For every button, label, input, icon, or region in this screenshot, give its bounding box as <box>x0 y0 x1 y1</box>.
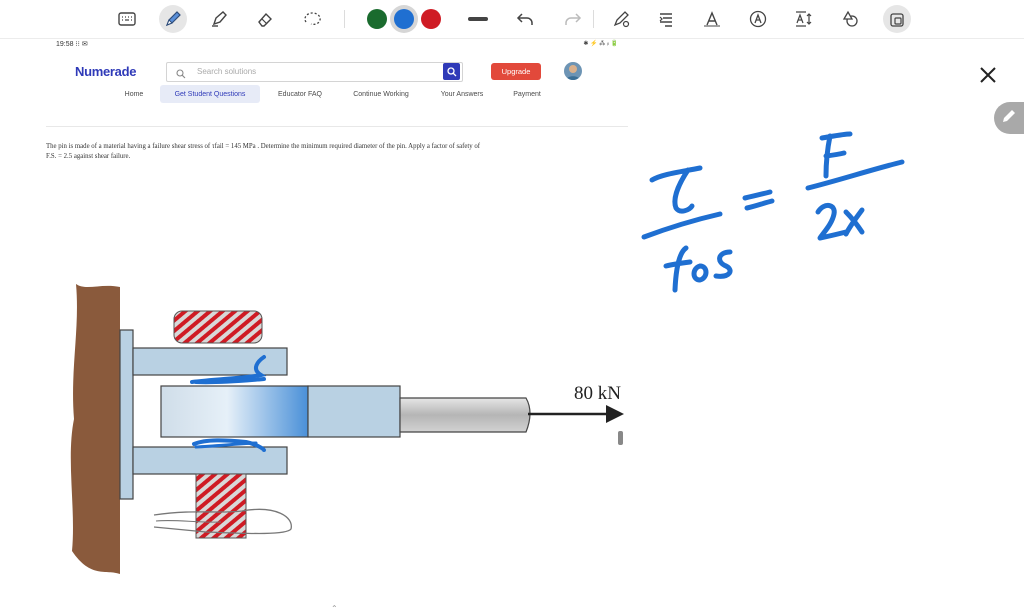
right-fraction-bar <box>805 159 905 191</box>
left-fraction-bar <box>641 211 723 240</box>
f-glyph <box>819 131 853 179</box>
equals-sign <box>742 189 775 211</box>
fos-glyph <box>663 245 733 293</box>
handwritten-equation <box>641 131 905 293</box>
two-x-glyph <box>815 203 865 241</box>
tau-glyph <box>649 165 703 214</box>
